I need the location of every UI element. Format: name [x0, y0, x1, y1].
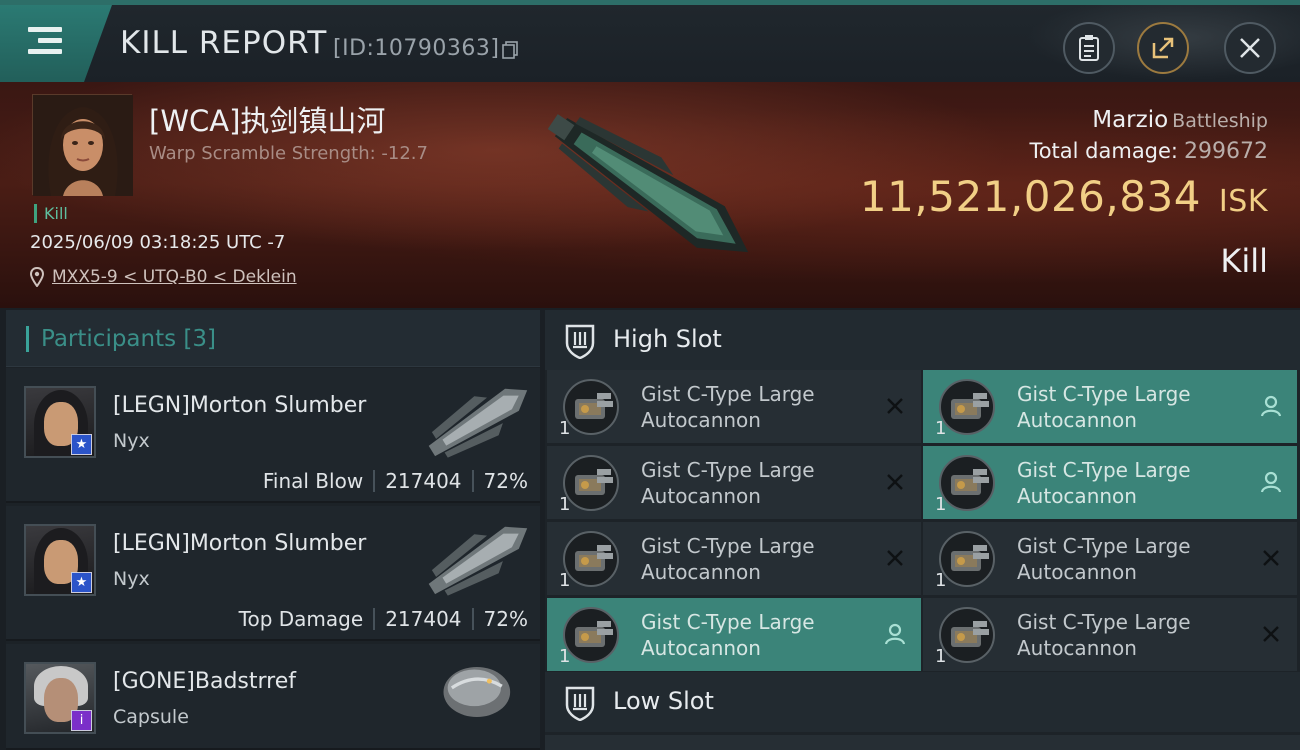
ship-name-text: Marzio — [1092, 107, 1169, 133]
close-button[interactable] — [1224, 22, 1276, 74]
participant-ship-image — [428, 388, 528, 458]
low-slot-icon — [565, 686, 595, 721]
module-name: Gist C-Type Large Autocannon — [1017, 458, 1191, 508]
victim-ship-name: Marzio Battleship — [1092, 107, 1268, 133]
module-quantity: 1 — [559, 646, 571, 667]
dropped-person-icon — [883, 622, 907, 646]
module-quantity: 1 — [935, 494, 947, 515]
participant-ship: Nyx — [113, 430, 150, 452]
page-title: KILL REPORT — [120, 25, 328, 61]
participant-name: [LEGN]Morton Slumber — [113, 531, 367, 556]
module-slot[interactable]: 1 Gist C-Type Large Autocannon — [923, 370, 1297, 443]
participants-panel: Participants [3] ★ [LEGN]Morton Slumber … — [6, 310, 540, 750]
participant-percent: 72% — [483, 607, 528, 631]
clipboard-button[interactable] — [1063, 22, 1115, 74]
location-text: MXX5-9 < UTQ-B0 < Deklein — [52, 267, 297, 287]
total-damage-label: Total damage: — [1029, 139, 1179, 163]
module-quantity: 1 — [935, 570, 947, 591]
participants-header: Participants [3] — [6, 310, 540, 367]
module-slot[interactable]: 1 Gist C-Type Large Autocannon — [923, 446, 1297, 519]
module-name: Gist C-Type Large Autocannon — [641, 458, 815, 508]
module-quantity: 1 — [935, 646, 947, 667]
module-name: Gist C-Type Large Autocannon — [1017, 534, 1191, 584]
victim-banner: [WCA]执剑镇山河 Warp Scramble Strength: -12.7… — [0, 82, 1300, 308]
total-damage-value: 299672 — [1184, 139, 1268, 164]
isk-amount: 11,521,026,834 — [859, 172, 1201, 221]
menu-button[interactable] — [0, 5, 112, 82]
participant-name: [LEGN]Morton Slumber — [113, 393, 367, 418]
high-slot-label: High Slot — [613, 325, 722, 353]
participant-ship: Nyx — [113, 568, 150, 590]
high-slot-header: High Slot — [545, 310, 1300, 370]
participant-row[interactable]: i [GONE]Badstrref Capsule — [6, 644, 540, 750]
participant-row[interactable]: ★ [LEGN]Morton Slumber Nyx Top Damage 21… — [6, 506, 540, 641]
module-slot[interactable]: 1 Gist C-Type Large Autocannon — [547, 446, 921, 519]
module-quantity: 1 — [935, 418, 947, 439]
low-slot-label: Low Slot — [613, 687, 714, 715]
participant-row[interactable]: ★ [LEGN]Morton Slumber Nyx Final Blow 21… — [6, 368, 540, 503]
participant-damage: 217404 — [385, 607, 462, 631]
module-slot[interactable]: 1 Gist C-Type Large Autocannon — [923, 598, 1297, 671]
module-name: Gist C-Type Large Autocannon — [1017, 382, 1191, 432]
participant-role: Final Blow — [262, 469, 364, 493]
module-quantity: 1 — [559, 570, 571, 591]
module-name: Gist C-Type Large Autocannon — [641, 382, 815, 432]
copy-icon[interactable] — [502, 41, 518, 59]
low-slot-row-partial — [545, 735, 1300, 750]
participant-ship-image — [428, 526, 528, 596]
alliance-badge-icon: ★ — [71, 434, 92, 455]
participants-label: Participants [3] — [26, 326, 216, 352]
participant-stats: Top Damage 217404 72% — [239, 607, 528, 631]
module-name: Gist C-Type Large Autocannon — [641, 534, 815, 584]
capsule-image — [443, 667, 511, 717]
top-bar: KILL REPORT [ID:10790363] — [0, 0, 1300, 87]
kill-tag: Kill — [34, 204, 68, 223]
isk-value: 11,521,026,834 ISK — [860, 172, 1268, 221]
participant-role: Top Damage — [238, 607, 364, 631]
participant-stats: Final Blow 217404 72% — [263, 469, 528, 493]
participant-percent: 72% — [483, 469, 528, 493]
high-slot-icon — [565, 324, 595, 359]
destroyed-x-icon — [883, 470, 907, 494]
location-link[interactable]: MXX5-9 < UTQ-B0 < Deklein — [30, 267, 297, 287]
destroyed-x-icon — [1259, 546, 1283, 570]
share-button[interactable] — [1137, 22, 1189, 74]
report-id: [ID:10790363] — [333, 36, 500, 61]
participant-damage: 217404 — [385, 469, 462, 493]
victim-name[interactable]: [WCA]执剑镇山河 — [149, 98, 385, 140]
ship-class-text: Battleship — [1172, 110, 1268, 132]
fitting-slots-panel: High Slot 1 Gist C-Type Large Autocannon 1 G… — [545, 310, 1300, 750]
warp-scramble-strength: Warp Scramble Strength: -12.7 — [149, 143, 428, 164]
low-slot-header: Low Slot — [545, 672, 1300, 732]
location-pin-icon — [30, 267, 44, 287]
module-quantity: 1 — [559, 418, 571, 439]
dropped-person-icon — [1259, 470, 1283, 494]
module-name: Gist C-Type Large Autocannon — [1017, 610, 1191, 660]
module-slot[interactable]: 1 Gist C-Type Large Autocannon — [547, 522, 921, 595]
participant-ship: Capsule — [113, 706, 189, 728]
share-icon — [1152, 37, 1174, 59]
total-damage: Total damage: 299672 — [1029, 139, 1268, 164]
destroyed-x-icon — [883, 394, 907, 418]
dropped-person-icon — [1259, 394, 1283, 418]
module-slot[interactable]: 1 Gist C-Type Large Autocannon — [547, 370, 921, 443]
destroyed-x-icon — [883, 546, 907, 570]
corp-badge-icon: i — [71, 710, 92, 731]
kill-result: Kill — [1220, 242, 1268, 280]
isk-unit: ISK — [1218, 184, 1268, 219]
victim-portrait[interactable] — [32, 94, 133, 196]
module-name: Gist C-Type Large Autocannon — [641, 610, 815, 660]
module-quantity: 1 — [559, 494, 571, 515]
destroyed-x-icon — [1259, 622, 1283, 646]
participant-name: [GONE]Badstrref — [113, 669, 297, 694]
alliance-badge-icon: ★ — [71, 572, 92, 593]
clipboard-icon — [1079, 35, 1099, 61]
kill-timestamp: 2025/06/09 03:18:25 UTC -7 — [30, 232, 286, 253]
close-icon — [1240, 38, 1260, 58]
module-slot[interactable]: 1 Gist C-Type Large Autocannon — [923, 522, 1297, 595]
participants-count: [3] — [183, 326, 217, 352]
victim-ship-image — [547, 114, 749, 253]
module-slot[interactable]: 1 Gist C-Type Large Autocannon — [547, 598, 921, 671]
